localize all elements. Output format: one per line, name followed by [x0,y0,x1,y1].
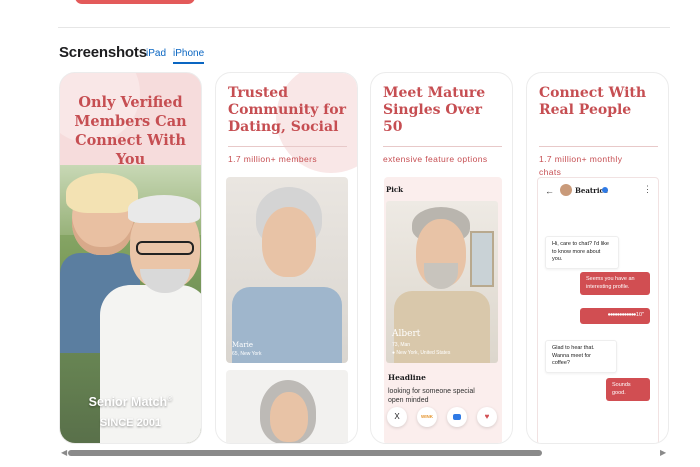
photo-person [136,241,194,255]
screenshot-card-4[interactable]: Connect With Real People 1.7 million+ mo… [526,72,669,444]
chat-message: Glad to hear that. Wanna meet for coffee… [545,340,617,373]
chat-message: Hi, care to chat? I'd like to know more … [545,236,619,269]
profile-age: 73, Man [392,342,411,348]
section-title: Screenshots [59,44,147,61]
message-button[interactable] [447,407,467,427]
brand-logo: Senior Match® [60,395,201,409]
trademark: ® [167,395,173,403]
headline-line: Trusted [228,85,288,101]
pass-button[interactable]: X [387,407,407,427]
card-headline: Only Verified Members Can Connect With Y… [60,93,201,169]
avatar [560,184,572,196]
headline-line: Dating, Social [228,119,339,135]
tab-ipad[interactable]: iPad [146,48,166,59]
waveform-icon: ●●●●●●●●●●●● [607,312,637,318]
divider [539,146,658,147]
scroll-right-icon[interactable]: ▶ [660,448,666,457]
profile-bio: looking for someone special open minded [388,388,475,404]
photo-background [470,231,494,287]
profile-photo: Albert 73, Man ● New York, United States [386,201,498,363]
subtitle-line: 1.7 million+ monthly [539,154,623,164]
card-subtitle: 1.7 million+ members [228,154,318,164]
headline-line: Connect With You [75,132,186,168]
chat-message: Seems you have an interesting profile. [580,272,650,295]
headline-line: Connect With [539,85,647,101]
card-subtitle: extensive feature options [383,154,488,164]
screenshot-card-1[interactable]: Only Verified Members Can Connect With Y… [59,72,202,444]
scroll-left-icon[interactable]: ◀ [61,448,67,457]
profile-name: Albert [392,329,421,339]
brand-since: SINCE 2001 [99,417,162,429]
card-headline: Meet Mature Singles Over 50 [383,85,502,136]
profile-location-text: New York, United States [396,350,451,356]
chat-message: Sounds good. [606,378,650,401]
more-icon[interactable]: ⋮ [643,184,652,195]
headline-label: Headline [388,373,426,382]
photo-person [270,392,308,442]
verified-icon [602,187,608,193]
profile-name: Marie [232,341,254,349]
headline-line: Only Verified [78,94,183,111]
profile-location: ● New York, United States [392,350,451,356]
card-headline: Connect With Real People [539,85,658,119]
brand-name: Senior Match [88,395,168,409]
wink-button[interactable]: WINK [417,407,437,427]
horizontal-scrollbar[interactable] [68,450,542,456]
profile-photo: Marie 65, New York [226,177,348,363]
like-button[interactable]: ♥ [477,407,497,427]
card-headline: Trusted Community for Dating, Social [228,85,347,136]
back-arrow-icon[interactable]: ← [545,186,554,196]
headline-line: Singles Over 50 [383,102,482,135]
headline-line: Community for [228,102,346,118]
chat-screen: ← Beatrice ⋮ Hi, care to chat? I'd like … [537,177,659,443]
headline-line: Members Can [74,113,187,130]
divider [383,146,502,147]
photo-person [424,263,458,289]
divider [228,146,347,147]
screenshot-card-3[interactable]: Meet Mature Singles Over 50 extensive fe… [370,72,513,444]
heart-icon: ♥ [484,412,490,421]
screenshot-card-2[interactable]: Trusted Community for Dating, Social 1.7… [215,72,358,444]
profile-location: 65, New York [232,351,262,357]
voice-duration: 10" [635,312,644,318]
photo-person [128,195,200,223]
tab-iphone[interactable]: iPhone [173,48,205,64]
voice-message: ●●●●●●●●●●●● 10" [580,308,650,324]
divider [58,27,670,28]
pick-label: Pick [386,185,404,194]
message-icon [453,413,461,420]
profile-photo [226,370,348,443]
card-subtitle: 1.7 million+ monthly chats [539,153,658,179]
get-button-partial[interactable] [75,0,195,4]
headline-line: Real People [539,102,632,118]
photo-person [262,207,316,277]
headline-line: Meet Mature [383,85,486,101]
